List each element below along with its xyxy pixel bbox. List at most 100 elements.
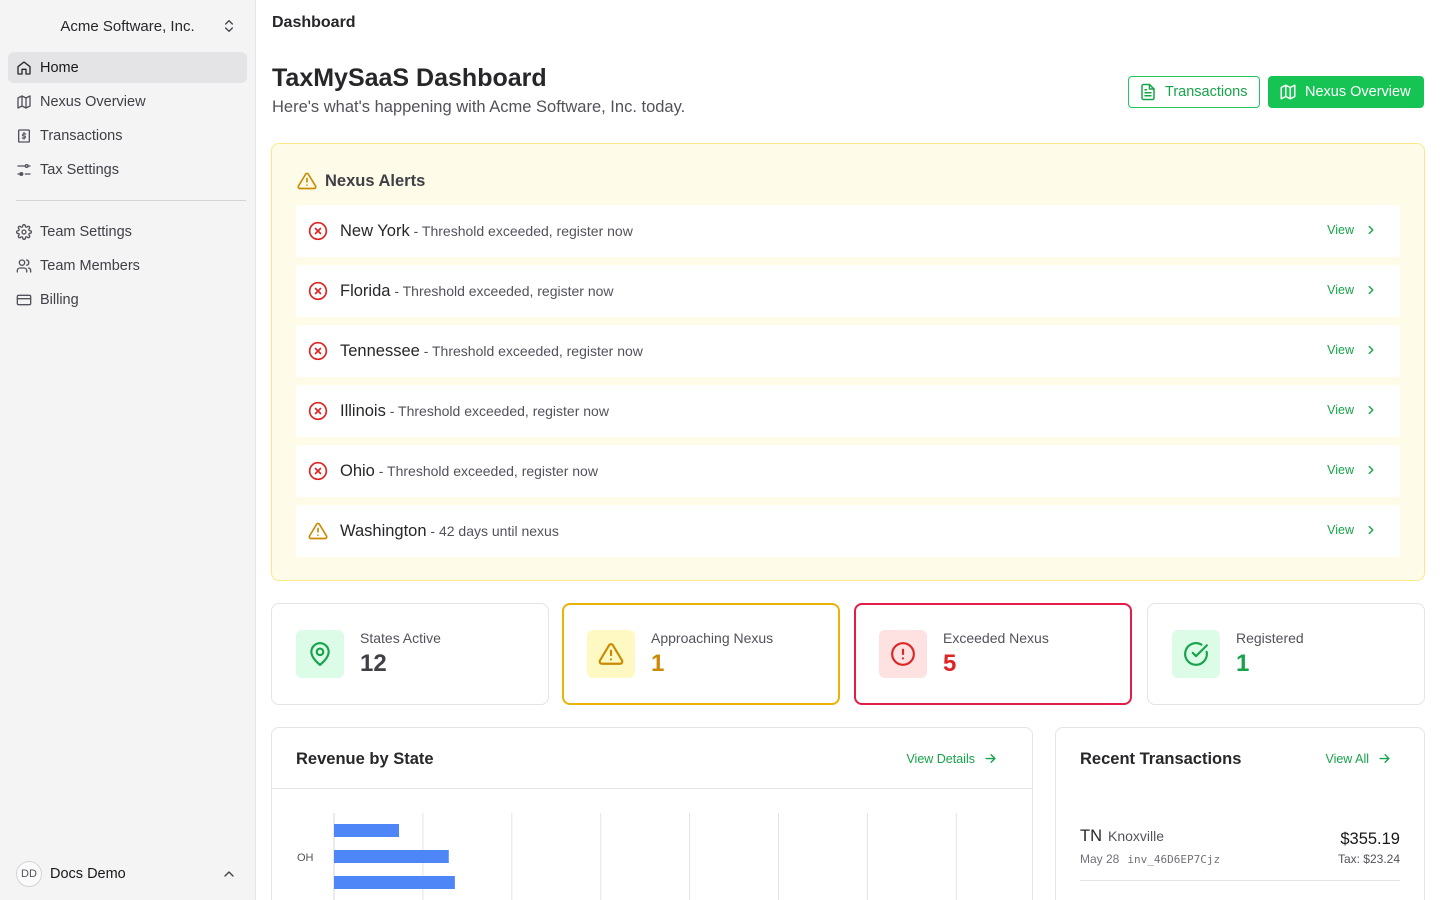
chevron-right-icon <box>1354 283 1378 297</box>
alert-text: Florida - Threshold exceeded, register n… <box>340 282 614 301</box>
chart-category-label: OH <box>297 852 314 864</box>
chevron-right-icon <box>1354 223 1378 237</box>
chevron-right-icon <box>1354 343 1378 357</box>
nav-item-nexus-overview[interactable]: Nexus Overview <box>8 86 247 117</box>
nav-item-team-members[interactable]: Team Members <box>8 250 247 281</box>
alert-view-link[interactable]: View <box>1327 223 1378 237</box>
stat-icon-box <box>879 630 927 678</box>
alert-view-link[interactable]: View <box>1327 403 1378 417</box>
alert-text: Illinois - Threshold exceeded, register … <box>340 402 609 421</box>
main-nav: Home Nexus Overview Transactions Tax Set… <box>8 52 247 188</box>
view-details-link[interactable]: View Details <box>906 751 998 766</box>
chart-bar[interactable] <box>334 824 400 837</box>
nav-label: Nexus Overview <box>40 93 146 110</box>
chart-bar[interactable] <box>334 876 455 889</box>
alert-message: - Threshold exceeded, register now <box>374 463 598 479</box>
stat-value: 12 <box>360 650 387 677</box>
chevron-right-icon <box>1354 463 1378 477</box>
alert-row: Florida - Threshold exceeded, register n… <box>296 265 1400 317</box>
warning-icon <box>297 172 317 190</box>
nexus-alerts-title: Nexus Alerts <box>325 171 426 190</box>
alert-row: New York - Threshold exceeded, register … <box>296 205 1400 257</box>
nav-item-team-settings[interactable]: Team Settings <box>8 216 247 247</box>
alert-view-link[interactable]: View <box>1327 523 1378 537</box>
txn-meta: May 28 inv_46D6EP7Cjz <box>1080 852 1220 866</box>
alert-view-link[interactable]: View <box>1327 343 1378 357</box>
nexus-overview-button[interactable]: Nexus Overview <box>1268 76 1424 108</box>
nexus-alerts-header: Nexus Alerts <box>297 171 425 191</box>
alert-text: Ohio - Threshold exceeded, register now <box>340 462 598 481</box>
x-circle-icon <box>308 461 328 481</box>
stat-label: Approaching Nexus <box>651 630 774 646</box>
stat-icon-box <box>587 630 635 678</box>
users-icon <box>16 258 32 273</box>
x-circle-icon <box>308 341 328 361</box>
panel-title: Revenue by State <box>296 750 434 768</box>
alert-state: Ohio <box>340 462 375 480</box>
nexus-alerts-panel: Nexus Alerts New York - Threshold exceed… <box>271 143 1425 581</box>
alert-message: - Threshold exceeded, register now <box>409 223 633 239</box>
page-title: TaxMySaaS Dashboard <box>272 64 547 92</box>
nav-item-tax-settings[interactable]: Tax Settings <box>8 154 247 185</box>
alert-view-label: View <box>1327 523 1354 537</box>
org-switcher[interactable]: Acme Software, Inc. <box>8 10 247 42</box>
chevron-right-icon <box>1354 523 1378 537</box>
stat-card-approaching-nexus: Approaching Nexus 1 <box>562 603 840 705</box>
arrow-right-icon <box>1379 754 1390 763</box>
alert-view-label: View <box>1327 343 1354 357</box>
transactions-button-label: Transactions <box>1165 84 1248 100</box>
alert-message: - Threshold exceeded, register now <box>385 403 609 419</box>
txn-tax: Tax: $23.24 <box>1337 852 1400 866</box>
txn-date: May 28 <box>1080 852 1120 866</box>
x-circle-icon <box>308 401 328 421</box>
map-pin-icon <box>310 642 330 666</box>
alert-row: Ohio - Threshold exceeded, register now V… <box>296 445 1400 497</box>
arrow-right-icon <box>985 754 996 763</box>
alert-view-label: View <box>1327 463 1354 477</box>
sidebar: Acme Software, Inc. Home Nexus Overview … <box>0 0 256 900</box>
alert-row: Washington - 42 days until nexus View <box>296 505 1400 557</box>
stat-label: Registered <box>1236 630 1304 646</box>
stat-label: Exceeded Nexus <box>943 630 1049 646</box>
nav-item-transactions[interactable]: Transactions <box>8 120 247 151</box>
x-circle-icon <box>308 221 328 241</box>
revenue-chart: OH <box>297 813 957 900</box>
panel-title: Recent Transactions <box>1080 750 1242 768</box>
nav-label: Team Members <box>40 257 140 274</box>
nav-item-home[interactable]: Home <box>8 52 247 83</box>
chart-bar[interactable] <box>334 850 449 863</box>
stat-value: 5 <box>943 650 957 677</box>
txn-amount: $355.19 <box>1340 830 1400 848</box>
alert-state: Tennessee <box>340 342 420 360</box>
nav-label: Team Settings <box>40 223 132 240</box>
txn-invoice-id: inv_46D6EP7Cjz <box>1127 853 1221 866</box>
warning-icon <box>598 643 624 665</box>
alert-text: New York - Threshold exceeded, register … <box>340 222 633 241</box>
row-divider <box>1080 880 1400 881</box>
alert-state: Florida <box>340 282 391 300</box>
alert-message: - 42 days until nexus <box>426 523 559 539</box>
gear-icon <box>16 223 32 240</box>
page-subtitle: Here's what's happening with Acme Softwa… <box>272 98 686 116</box>
stat-value: 1 <box>1236 650 1250 677</box>
alert-text: Washington - 42 days until nexus <box>340 522 559 541</box>
nav-item-billing[interactable]: Billing <box>8 284 247 315</box>
revenue-by-state-panel: Revenue by State View Details OH <box>271 727 1033 900</box>
view-all-link[interactable]: View All <box>1325 751 1392 766</box>
transactions-button[interactable]: Transactions <box>1128 76 1260 108</box>
view-details-label: View Details <box>906 751 975 766</box>
x-circle-icon <box>308 281 328 301</box>
chevrons-up-down-icon <box>225 20 233 32</box>
user-menu[interactable]: DD Docs Demo <box>8 858 247 890</box>
stat-icon-box <box>1172 630 1220 678</box>
alert-state: New York <box>340 222 410 240</box>
map-icon <box>1280 84 1296 100</box>
chevron-up-icon <box>224 871 234 877</box>
alert-view-link[interactable]: View <box>1327 283 1378 297</box>
alert-message: - Threshold exceeded, register now <box>419 343 643 359</box>
warning-icon <box>308 521 328 541</box>
alert-text: Tennessee - Threshold exceeded, register… <box>340 342 643 361</box>
alert-view-link[interactable]: View <box>1327 463 1378 477</box>
alert-state: Illinois <box>340 402 386 420</box>
stat-label: States Active <box>360 630 441 646</box>
